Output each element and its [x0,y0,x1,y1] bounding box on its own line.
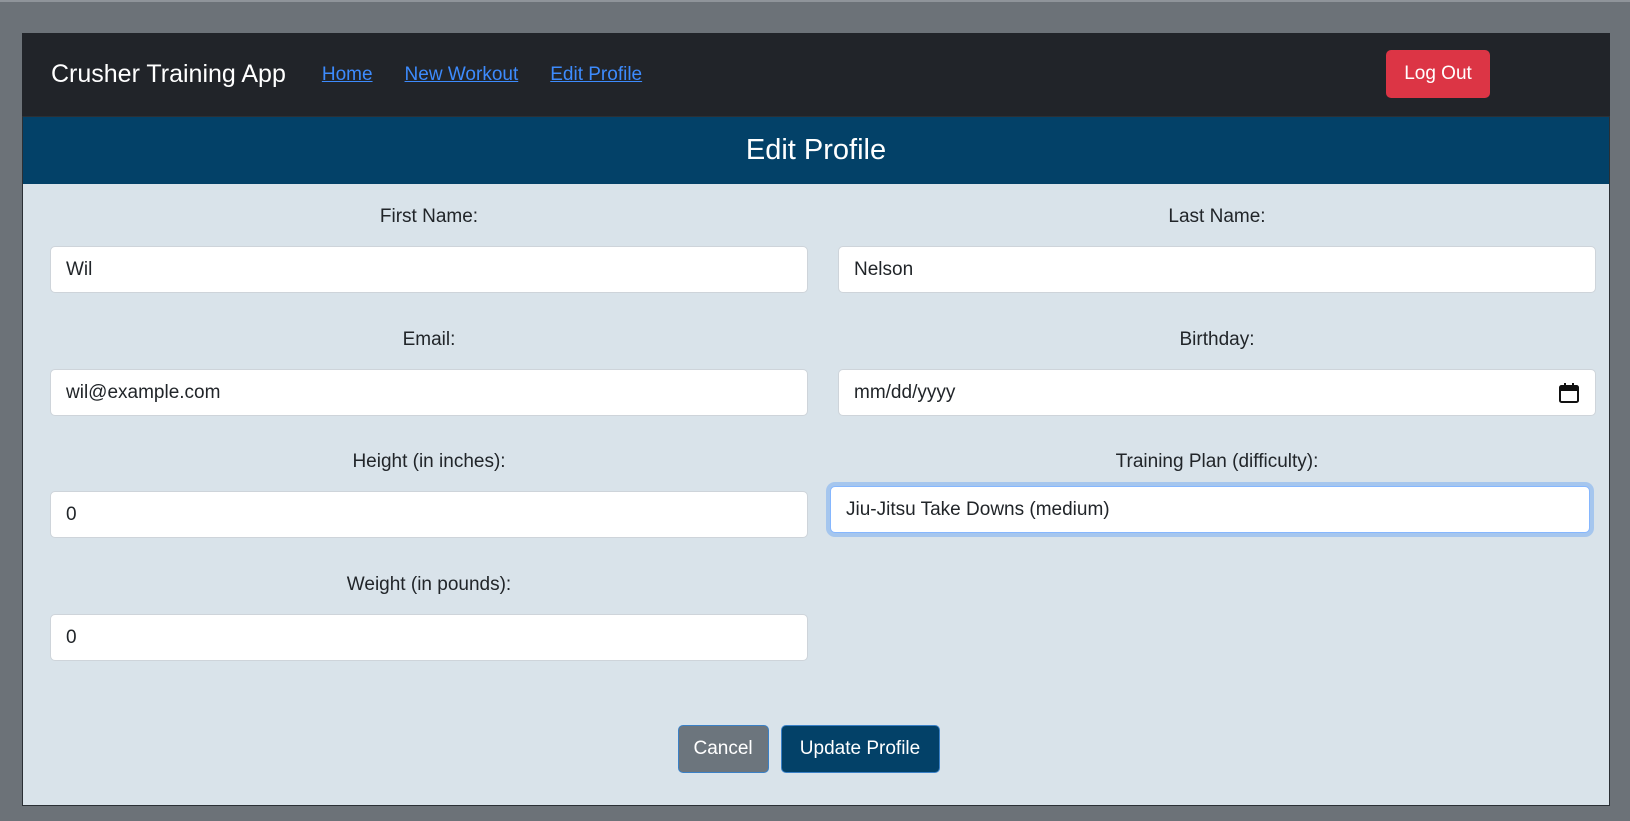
birthday-placeholder: mm/dd/yyyy [854,381,956,403]
weight-input[interactable]: 0 [50,614,808,661]
cancel-button[interactable]: Cancel [677,725,769,773]
training-plan-value: Jiu-Jitsu Take Downs (medium) [846,498,1110,520]
last-name-label: Last Name: [1168,206,1266,227]
birthday-input[interactable]: mm/dd/yyyy [838,369,1596,416]
email-label: Email: [402,329,456,350]
navbar: Crusher Training App Home New Workout Ed… [22,33,1610,116]
form-actions: Cancel Update Profile [23,725,1611,773]
weight-label: Weight (in pounds): [346,574,512,595]
training-plan-group: Training Plan (difficulty): Jiu-Jitsu Ta… [830,447,1596,533]
height-group: Height (in inches): 0 [50,447,808,538]
logout-button[interactable]: Log Out [1386,50,1490,98]
last-name-input[interactable]: Nelson [838,246,1596,293]
weight-group: Weight (in pounds): 0 [50,570,808,661]
weight-value: 0 [66,626,77,648]
email-input[interactable]: wil@example.com [50,369,808,416]
update-profile-button[interactable]: Update Profile [780,725,940,773]
email-value: wil@example.com [66,381,221,403]
first-name-value: Wil [66,258,93,280]
email-group: Email: wil@example.com [50,325,808,416]
nav-link-edit-profile[interactable]: Edit Profile [550,64,642,86]
page-title: Edit Profile [23,117,1609,184]
training-plan-label: Training Plan (difficulty): [1115,451,1319,472]
edit-profile-card: Edit Profile First Name: Wil Last Name: … [22,116,1610,806]
training-plan-select[interactable]: Jiu-Jitsu Take Downs (medium) [830,486,1590,533]
first-name-group: First Name: Wil [50,202,808,293]
calendar-icon[interactable] [1558,382,1580,404]
first-name-label: First Name: [379,206,479,227]
nav-link-home[interactable]: Home [322,64,373,86]
last-name-group: Last Name: Nelson [838,202,1596,293]
birthday-label: Birthday: [1179,329,1255,350]
height-label: Height (in inches): [352,451,506,472]
first-name-input[interactable]: Wil [50,246,808,293]
birthday-group: Birthday: mm/dd/yyyy [838,325,1596,416]
brand-title: Crusher Training App [51,60,286,88]
height-value: 0 [66,503,77,525]
height-input[interactable]: 0 [50,491,808,538]
last-name-value: Nelson [854,258,914,280]
nav-link-new-workout[interactable]: New Workout [405,64,519,86]
